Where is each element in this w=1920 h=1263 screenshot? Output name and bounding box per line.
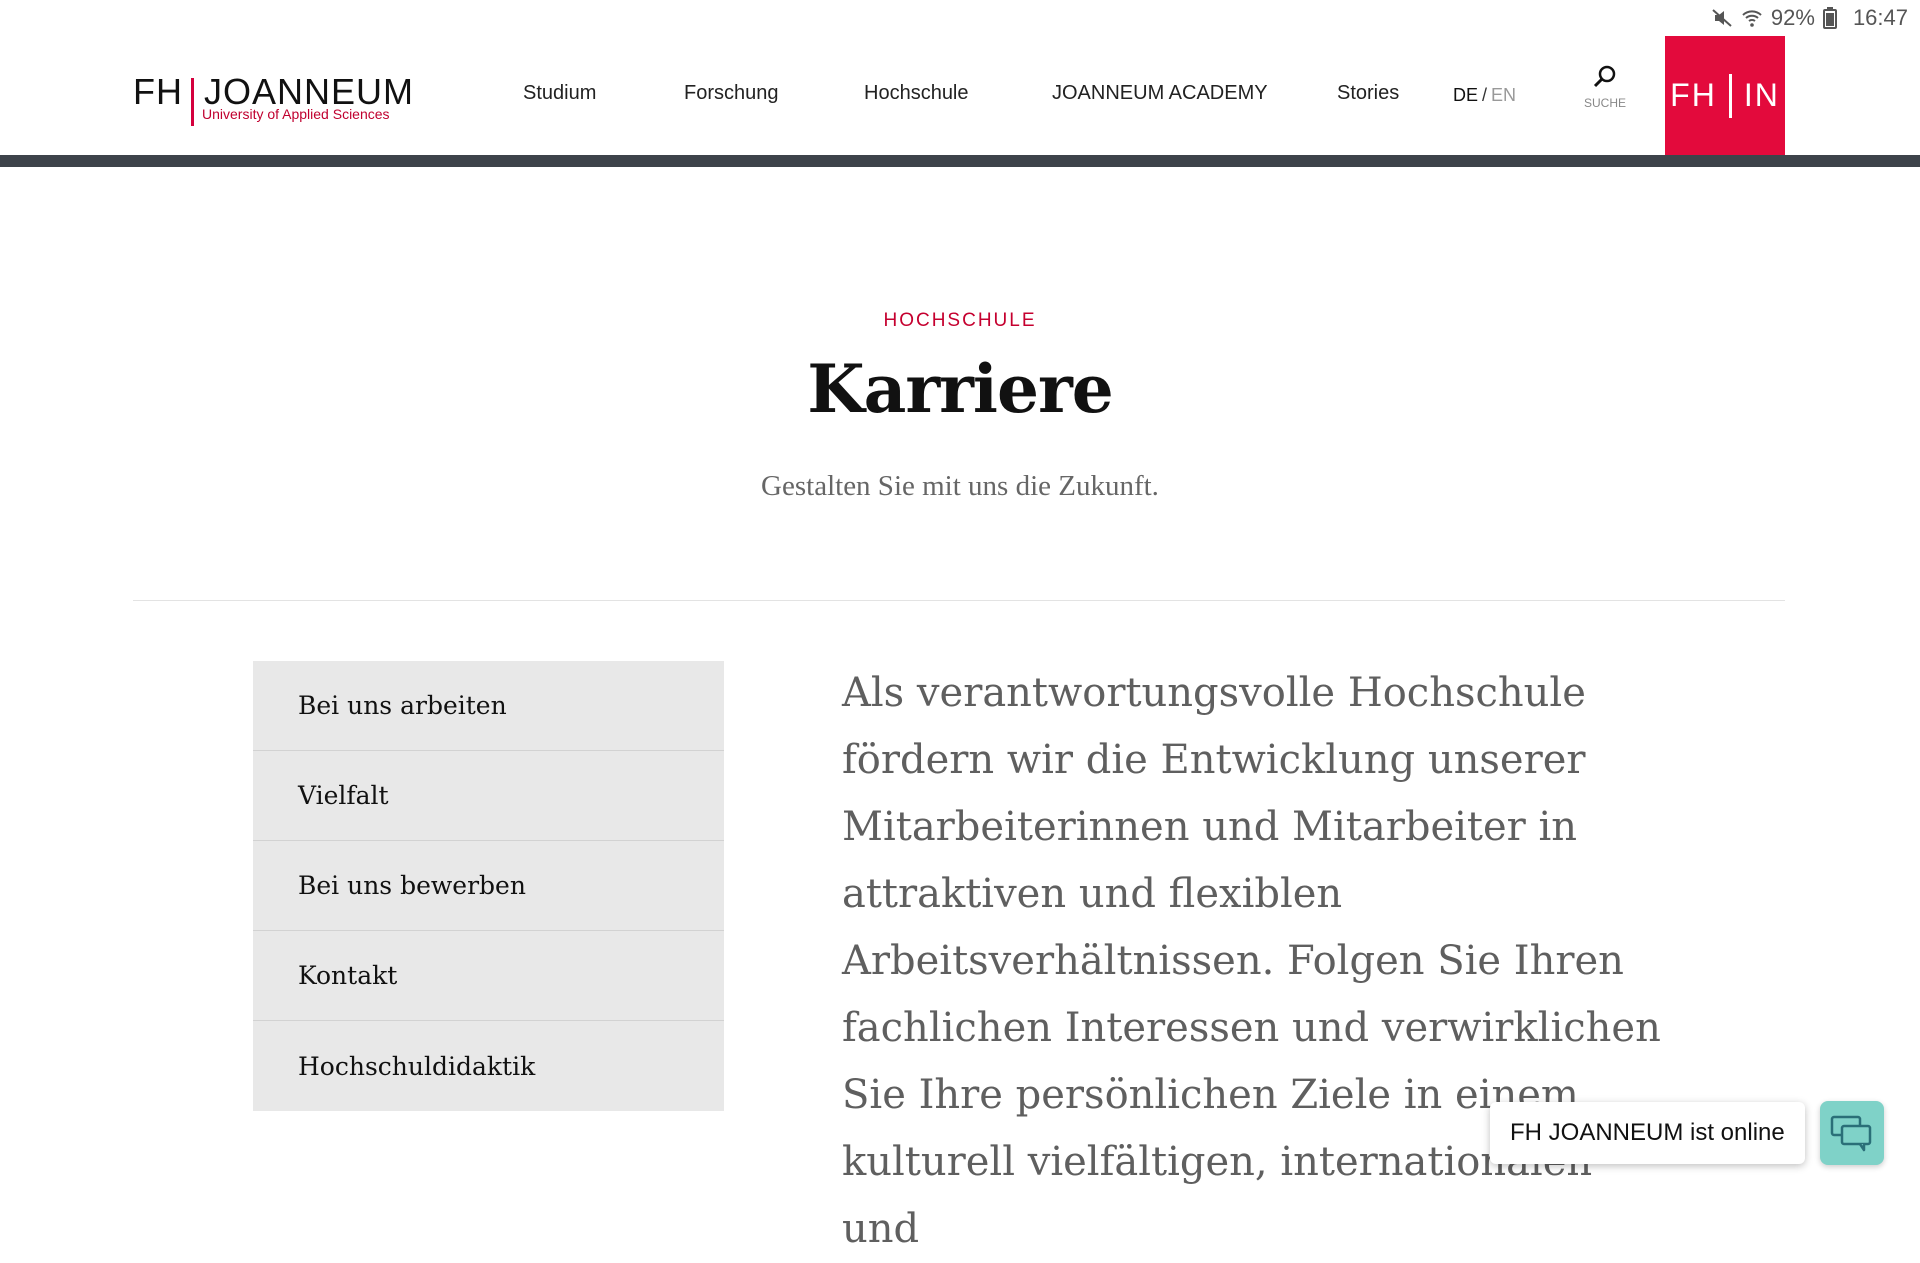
fhin-left: FH <box>1670 77 1717 113</box>
search-label: SUCHE <box>1583 96 1626 110</box>
fhin-intranet-button[interactable]: FH IN <box>1665 36 1785 155</box>
chat-status-bubble[interactable]: FH JOANNEUM ist online <box>1490 1102 1805 1164</box>
search-icon <box>1593 65 1616 88</box>
side-menu: Bei uns arbeiten Vielfalt Bei uns bewerb… <box>253 661 724 1111</box>
search-button[interactable]: SUCHE <box>1583 64 1627 110</box>
side-menu-item-kontakt[interactable]: Kontakt <box>253 931 724 1021</box>
language-switcher: DE / EN <box>1453 85 1516 106</box>
fhin-divider <box>1728 73 1732 118</box>
page-subtitle: Gestalten Sie mit uns die Zukunft. <box>761 470 1159 502</box>
side-menu-item-hochschuldidaktik[interactable]: Hochschuldidaktik <box>253 1021 724 1111</box>
nav-item-forschung[interactable]: Forschung <box>684 82 779 105</box>
chat-button[interactable] <box>1820 1101 1884 1165</box>
nav-item-studium[interactable]: Studium <box>523 82 596 105</box>
section-divider <box>133 600 1785 601</box>
side-menu-item-vielfalt[interactable]: Vielfalt <box>253 751 724 841</box>
fhin-right: IN <box>1743 77 1780 113</box>
intro-paragraph: Als verantwortungsvolle Hochschule förde… <box>842 670 1661 1252</box>
side-menu-item-bei-uns-arbeiten[interactable]: Bei uns arbeiten <box>253 661 724 751</box>
nav-item-joanneum-academy[interactable]: JOANNEUM ACADEMY <box>1052 82 1268 105</box>
lang-de[interactable]: DE <box>1453 85 1478 105</box>
logo-tagline: University of Applied Sciences <box>202 106 390 122</box>
side-menu-item-bei-uns-bewerben[interactable]: Bei uns bewerben <box>253 841 724 931</box>
nav-item-hochschule[interactable]: Hochschule <box>864 82 969 105</box>
fh-joanneum-logo[interactable]: FH JOANNEUM University of Applied Scienc… <box>133 68 415 126</box>
lang-en[interactable]: EN <box>1491 85 1516 105</box>
page-title: Karriere <box>807 350 1114 428</box>
chat-icon <box>1830 1115 1872 1152</box>
section-kicker: HOCHSCHULE <box>883 310 1037 331</box>
site-header: FH JOANNEUM University of Applied Scienc… <box>0 0 1920 167</box>
lang-separator: / <box>1482 85 1488 105</box>
logo-divider <box>191 78 194 126</box>
nav-item-stories[interactable]: Stories <box>1337 82 1399 105</box>
logo-joanneum: JOANNEUM <box>204 71 415 112</box>
logo-fh: FH <box>133 71 183 112</box>
